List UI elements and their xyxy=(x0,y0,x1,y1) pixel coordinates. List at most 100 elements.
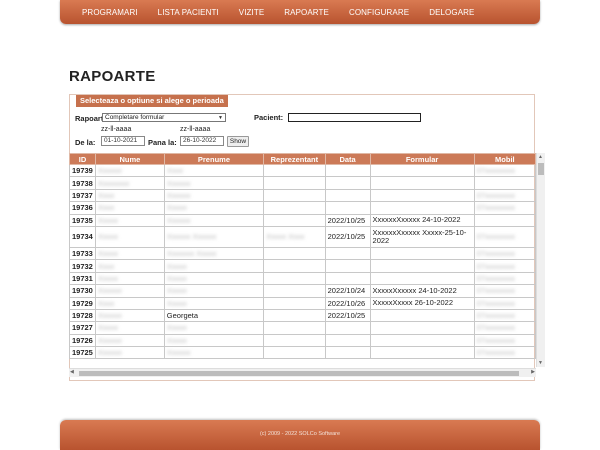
cell-data-text: 2022/10/25 xyxy=(327,311,366,321)
cell-formular xyxy=(369,176,475,190)
cell-prenume: Xxxxx xyxy=(163,201,265,215)
cell-formular xyxy=(369,308,475,323)
cell-mobil: 07xxxxxxxx xyxy=(473,333,536,348)
cell-nume: Xxxxxx xyxy=(94,284,165,298)
cell-reprezentant xyxy=(263,259,326,273)
table-row[interactable]: 19728 Xxxxxx Georgeta 2022/10/25 07xxxxxxxx xyxy=(69,308,536,323)
cell-prenume-text: Georgeta xyxy=(166,311,199,321)
cell-prenume: Xxxx xyxy=(163,163,265,178)
scroll-right-icon[interactable]: ▶ xyxy=(531,369,535,375)
report-table: ID Nume Prenume Reprezentant Data Formul… xyxy=(69,153,536,360)
cell-reprezentant: Xxxxx Xxxx xyxy=(263,225,326,248)
id: 19725 xyxy=(69,346,96,360)
cell-mobil: 07xxxxxxxx xyxy=(473,271,536,286)
table-row[interactable]: 19736 Xxxx Xxxxx 07xxxxxxxx xyxy=(69,201,536,215)
vertical-scrollbar[interactable]: ▲ ▼ xyxy=(536,153,545,367)
col-mobil[interactable]: Mobil xyxy=(473,153,536,165)
table-row[interactable]: 19725 Xxxxxx Xxxxxx 07xxxxxxxx xyxy=(69,346,536,360)
cell-data xyxy=(324,346,371,360)
cell-data: 2022/10/25 xyxy=(324,225,371,248)
id-text: 19730 xyxy=(72,286,93,296)
table-row[interactable]: 19734 Xxxxx Xxxxxx Xxxxxx Xxxxx Xxxx 2022/10… xyxy=(69,225,536,248)
cell-prenume: Xxxxxx Xxxxxx xyxy=(163,225,265,248)
nav-lista-pacienti[interactable]: LISTA PACIENTI xyxy=(158,8,219,17)
table-row[interactable]: 19732 Xxxx Xxxxx 07xxxxxxxx xyxy=(69,259,536,273)
col-formular[interactable]: Formular xyxy=(369,153,475,165)
cell-nume-text: Xxxxxx xyxy=(97,286,122,296)
report-select[interactable]: Completare formular ▼ xyxy=(102,113,226,122)
cell-prenume-text: Xxxx xyxy=(166,166,184,176)
scroll-left-icon[interactable]: ◀ xyxy=(70,369,74,375)
horizontal-scrollbar[interactable]: ◀ ▶ xyxy=(69,368,536,377)
cell-mobil-text: 07xxxxxxxx xyxy=(476,203,515,213)
id: 19733 xyxy=(69,246,96,261)
cell-mobil-text: 07xxxxxxxx xyxy=(476,249,515,259)
top-nav: PROGRAMARI LISTA PACIENTI VIZITE RAPOART… xyxy=(60,0,540,24)
col-prenume[interactable]: Prenume xyxy=(163,153,265,165)
cell-prenume: Xxxxxx xyxy=(163,213,265,227)
cell-prenume: Xxxxx xyxy=(163,259,265,273)
cell-nume-text: Xxxxx xyxy=(97,273,118,283)
col-id[interactable]: ID xyxy=(69,153,96,165)
cell-prenume: Xxxxx xyxy=(163,271,265,286)
from-date-input[interactable]: 01-10-2021 xyxy=(101,136,145,146)
cell-mobil: 07xxxxxxxx xyxy=(473,163,536,178)
cell-data: 2022/10/25 xyxy=(324,213,371,227)
scroll-up-icon[interactable]: ▲ xyxy=(538,154,543,160)
scroll-down-icon[interactable]: ▼ xyxy=(538,360,543,366)
id: 19732 xyxy=(69,259,96,273)
cell-prenume: Xxxxxx xyxy=(163,346,265,360)
table-row[interactable]: 19727 Xxxxx Xxxxx 07xxxxxxxx xyxy=(69,321,536,335)
cell-data-text: 2022/10/26 xyxy=(327,298,366,308)
show-button[interactable]: Show xyxy=(227,136,249,147)
id-text: 19727 xyxy=(72,323,93,333)
id: 19730 xyxy=(69,284,96,298)
nav-vizite[interactable]: VIZITE xyxy=(239,8,265,17)
cell-formular: XxxxxXxxxx 26-10-2022 xyxy=(369,296,475,310)
table-row[interactable]: 19733 Xxxxx Xxxxxxx Xxxxx 07xxxxxxxx xyxy=(69,246,536,261)
cell-nume: Xxxxx xyxy=(94,213,165,227)
cell-prenume-text: Xxxxxx xyxy=(166,178,191,188)
cell-mobil-text: 07xxxxxxxx xyxy=(476,311,515,321)
cell-mobil-text: 07xxxxxxxx xyxy=(476,273,515,283)
patient-label: Pacient: xyxy=(254,113,284,122)
patient-input[interactable] xyxy=(288,113,421,122)
vertical-scroll-thumb[interactable] xyxy=(538,163,544,175)
cell-nume-text: Xxxxx xyxy=(97,323,118,333)
col-reprezentant[interactable]: Reprezentant xyxy=(263,153,326,165)
cell-nume-text: Xxxx xyxy=(97,298,115,308)
cell-nume-text: Xxxxxxxx xyxy=(97,178,130,188)
cell-nume: Xxxx xyxy=(94,296,165,310)
nav-rapoarte[interactable]: RAPOARTE xyxy=(284,8,329,17)
nav-delogare[interactable]: DELOGARE xyxy=(429,8,474,17)
table-row[interactable]: 19738 Xxxxxxxx Xxxxxx xyxy=(69,176,536,190)
table-row[interactable]: 19739 Xxxxxx Xxxx 07xxxxxxxx xyxy=(69,163,536,178)
table-row[interactable]: 19726 Xxxxxx Xxxxx 07xxxxxxxx xyxy=(69,333,536,348)
table-row[interactable]: 19737 Xxxx Xxxxxx 07xxxxxxxx xyxy=(69,188,536,203)
col-data[interactable]: Data xyxy=(324,153,371,165)
horizontal-scroll-thumb[interactable] xyxy=(79,371,519,376)
cell-reprezentant xyxy=(263,176,326,190)
table-row[interactable]: 19730 Xxxxxx Xxxxx 2022/10/24 XxxxxXxxxxx 24… xyxy=(69,284,536,298)
cell-nume-text: Xxxxxx xyxy=(97,166,122,176)
cell-prenume: Xxxxxx xyxy=(163,188,265,203)
cell-nume: Xxxxx xyxy=(94,321,165,335)
cell-formular xyxy=(369,259,475,273)
to-date-input[interactable]: 26-10-2022 xyxy=(180,136,224,146)
id-text: 19729 xyxy=(72,298,93,308)
nav-programari[interactable]: PROGRAMARI xyxy=(82,8,138,17)
to-label: Pana la: xyxy=(148,138,177,147)
cell-nume-text: Xxxxxx xyxy=(97,311,122,321)
nav-configurare[interactable]: CONFIGURARE xyxy=(349,8,409,17)
page-title: RAPOARTE xyxy=(69,68,156,85)
table-row[interactable]: 19735 Xxxxx Xxxxxx 2022/10/25 XxxxxxXxxxxx 2… xyxy=(69,213,536,227)
cell-reprezentant xyxy=(263,284,326,298)
cell-nume: Xxxx xyxy=(94,201,165,215)
id-text: 19733 xyxy=(72,249,93,259)
table-row[interactable]: 19729 Xxxx Xxxxx 2022/10/26 XxxxxXxxxx 26-10… xyxy=(69,296,536,310)
col-nume[interactable]: Nume xyxy=(94,153,165,165)
id: 19726 xyxy=(69,333,96,348)
cell-prenume-text: Xxxxxx xyxy=(166,190,191,200)
cell-prenume-text: Xxxxx xyxy=(166,203,187,213)
table-row[interactable]: 19731 Xxxxx Xxxxx 07xxxxxxxx xyxy=(69,271,536,286)
